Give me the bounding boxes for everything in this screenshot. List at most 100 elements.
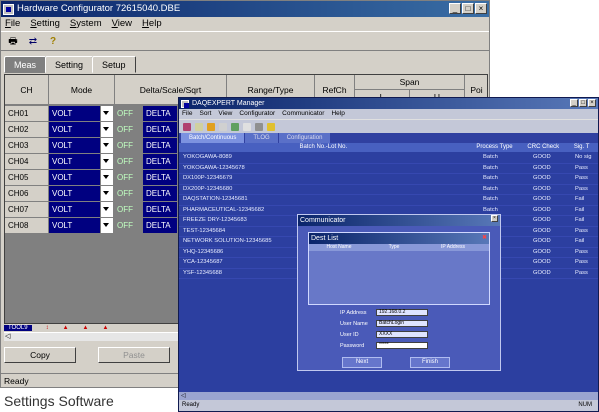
header-sig[interactable]: Sig. T	[565, 143, 598, 152]
header-crc-check[interactable]: CRC Check	[521, 143, 565, 152]
mode-cell[interactable]: VOLT	[49, 138, 100, 153]
chevron-down-icon[interactable]	[101, 138, 113, 153]
delta-cell[interactable]: DELTA	[143, 138, 177, 153]
delta-cell[interactable]: DELTA	[143, 154, 177, 169]
chevron-down-icon[interactable]	[101, 202, 113, 217]
minimize-button[interactable]: _	[570, 99, 578, 107]
menu-configurator[interactable]: Configurator	[239, 109, 275, 119]
chevron-down-icon[interactable]	[101, 218, 113, 233]
folder-icon[interactable]	[195, 122, 203, 131]
delta-cell[interactable]: DELTA	[143, 122, 177, 137]
table-row: CH02VOLTOFFDELTASCA	[5, 122, 201, 138]
mode-cell[interactable]: VOLT	[49, 202, 100, 217]
list-item[interactable]: YOKOGAWA-12345678 Batch GOOD Pass	[179, 164, 598, 174]
menu-view[interactable]: View	[218, 109, 232, 119]
help-icon[interactable]: ?	[45, 34, 61, 49]
mode-cell[interactable]: VOLT	[49, 154, 100, 169]
off-cell[interactable]: OFF	[114, 170, 142, 185]
channel-cell: CH01	[5, 106, 48, 121]
channel-cell: CH07	[5, 202, 48, 217]
dialog-title-bar: Communicator ×	[298, 215, 500, 226]
maximize-button[interactable]: □	[462, 3, 474, 14]
off-cell[interactable]: OFF	[114, 154, 142, 169]
menu-view[interactable]: View	[112, 17, 132, 31]
paste-button[interactable]: Paste	[98, 347, 170, 363]
menu-help[interactable]: Help	[142, 17, 162, 31]
maximize-button[interactable]: □	[579, 99, 587, 107]
delta-cell[interactable]: DELTA	[143, 106, 177, 121]
signature-status: Pass	[575, 227, 588, 234]
tab-batch-continuous[interactable]: Batch/Continuous	[181, 133, 245, 143]
ip-address-field[interactable]: 192.168.0.2	[376, 309, 428, 316]
tab-meas[interactable]: Meas	[4, 56, 47, 73]
user-name-field[interactable]: BatchLogin	[376, 320, 428, 327]
save-icon[interactable]	[207, 122, 215, 131]
off-cell[interactable]: OFF	[114, 138, 142, 153]
menu-communicator[interactable]: Communicator	[282, 109, 324, 119]
off-cell[interactable]: OFF	[114, 122, 142, 137]
chevron-down-icon[interactable]	[101, 154, 113, 169]
header-process-type[interactable]: Process Type	[468, 143, 522, 152]
next-button[interactable]: Next	[342, 357, 382, 368]
chevron-down-icon[interactable]	[101, 122, 113, 137]
delta-cell[interactable]: DELTA	[143, 202, 177, 217]
minimize-button[interactable]: _	[449, 3, 461, 14]
app-icon	[181, 99, 189, 108]
channel-cell: CH08	[5, 218, 48, 233]
status-bar: Ready NUM	[179, 400, 598, 411]
help-icon[interactable]	[267, 122, 275, 131]
footer-cell: TOOL9	[4, 325, 32, 331]
close-icon[interactable]: ✖	[482, 233, 487, 244]
print-icon[interactable]: 🖶	[5, 34, 21, 49]
chevron-down-icon[interactable]	[101, 106, 113, 121]
dest-list-panel: Dest List ✖ Host Name Type IP Address	[308, 232, 490, 305]
menu-setting[interactable]: Setting	[30, 17, 60, 31]
mode-cell[interactable]: VOLT	[49, 218, 100, 233]
refresh-icon[interactable]	[231, 122, 239, 131]
chevron-down-icon[interactable]	[101, 170, 113, 185]
finish-button[interactable]: Finish	[410, 357, 450, 368]
tab-setup[interactable]: Setup	[92, 56, 136, 73]
off-cell[interactable]: OFF	[114, 186, 142, 201]
chevron-down-icon[interactable]	[101, 186, 113, 201]
menu-sort[interactable]: Sort	[199, 109, 211, 119]
list-item[interactable]: DX200P-12345680 Batch GOOD Pass	[179, 185, 598, 195]
scroll-left-icon[interactable]: ◁	[181, 392, 186, 400]
delta-cell[interactable]: DELTA	[143, 218, 177, 233]
header-batch-lot[interactable]: Batch No.-Lot No.	[179, 143, 468, 152]
password-field[interactable]: *****	[376, 342, 428, 349]
off-cell[interactable]: OFF	[114, 106, 142, 121]
delta-cell[interactable]: DELTA	[143, 170, 177, 185]
view-icon[interactable]	[243, 122, 251, 131]
open-icon[interactable]	[183, 122, 191, 131]
tab-tlog[interactable]: TLOG	[245, 133, 278, 143]
off-cell[interactable]: OFF	[114, 202, 142, 217]
mode-cell[interactable]: VOLT	[49, 106, 100, 121]
user-id-field[interactable]: XXXX	[376, 331, 428, 338]
copy-button[interactable]: Copy	[4, 347, 76, 363]
off-cell[interactable]: OFF	[114, 218, 142, 233]
print-icon[interactable]	[255, 122, 263, 131]
horizontal-scrollbar[interactable]: ◁	[179, 392, 598, 400]
copy-icon[interactable]	[219, 122, 227, 131]
list-item[interactable]: DX100P-12345679 Batch GOOD Pass	[179, 174, 598, 185]
menu-file[interactable]: File	[182, 109, 192, 119]
dialog-title: Communicator	[300, 217, 346, 224]
menu-help[interactable]: Help	[331, 109, 344, 119]
tab-configuration[interactable]: Configuration	[278, 133, 331, 143]
mode-cell[interactable]: VOLT	[49, 122, 100, 137]
mode-cell[interactable]: VOLT	[49, 186, 100, 201]
close-button[interactable]: ×	[475, 3, 487, 14]
list-item[interactable]: DAQSTATION-12345681 Batch GOOD Fail	[179, 195, 598, 206]
list-item[interactable]: YOKOGAWA-8089 Batch GOOD No sig	[179, 153, 598, 164]
close-button[interactable]: ×	[588, 99, 596, 107]
app-icon	[3, 3, 14, 15]
tab-setting[interactable]: Setting	[45, 56, 94, 73]
delta-cell[interactable]: DELTA	[143, 186, 177, 201]
transfer-icon[interactable]: ⇄	[25, 34, 41, 49]
close-button[interactable]: ×	[491, 215, 498, 222]
scroll-left-icon[interactable]: ◁	[5, 333, 10, 340]
menu-file[interactable]: File	[5, 17, 20, 31]
menu-system[interactable]: System	[70, 17, 102, 31]
mode-cell[interactable]: VOLT	[49, 170, 100, 185]
